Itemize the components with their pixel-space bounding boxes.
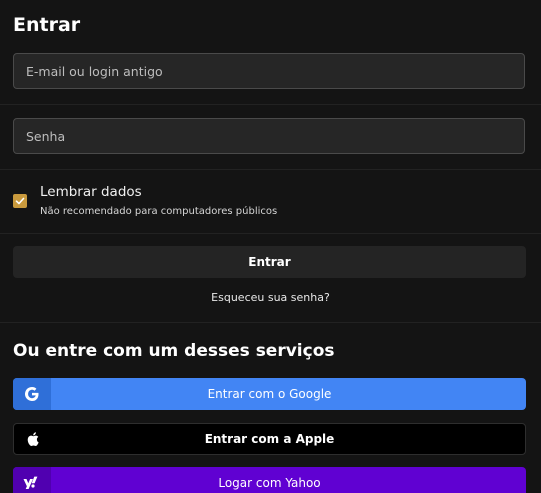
remember-checkbox[interactable] <box>13 194 27 208</box>
remember-label[interactable]: Lembrar dados <box>40 184 142 200</box>
divider <box>0 169 541 170</box>
yahoo-icon-box <box>13 467 51 493</box>
apple-icon-box <box>14 424 52 454</box>
apple-icon <box>27 432 39 446</box>
divider <box>0 104 541 105</box>
yahoo-icon <box>23 476 38 489</box>
google-login-button[interactable]: Entrar com o Google <box>13 378 526 410</box>
yahoo-login-label: Logar com Yahoo <box>218 476 321 490</box>
email-field[interactable] <box>13 53 525 89</box>
login-button[interactable]: Entrar <box>13 246 526 278</box>
login-title: Entrar <box>13 14 81 36</box>
login-page: Entrar Lembrar dados Não recomendado par… <box>0 0 541 493</box>
google-login-label: Entrar com o Google <box>207 387 332 401</box>
forgot-password-link[interactable]: Esqueceu sua senha? <box>0 291 541 304</box>
checkmark-icon <box>15 197 25 205</box>
remember-hint: Não recomendado para computadores públic… <box>40 206 278 217</box>
google-icon <box>25 387 39 401</box>
google-icon-box <box>13 378 51 410</box>
social-title: Ou entre com um desses serviços <box>13 341 335 361</box>
divider <box>0 233 541 234</box>
apple-login-button[interactable]: Entrar com a Apple <box>13 423 526 455</box>
apple-login-label: Entrar com a Apple <box>204 432 335 446</box>
password-field[interactable] <box>13 118 525 154</box>
yahoo-login-button[interactable]: Logar com Yahoo <box>13 467 526 493</box>
